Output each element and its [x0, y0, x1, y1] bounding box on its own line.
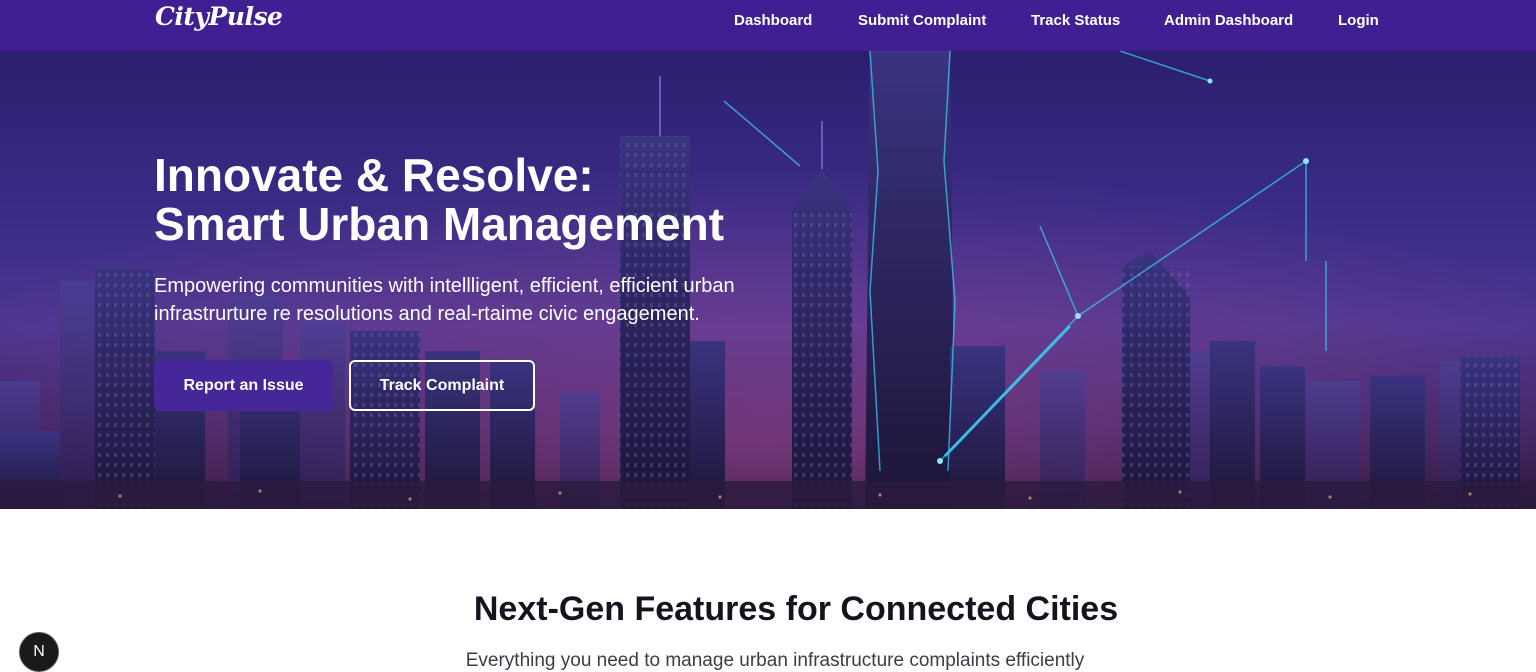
- nav-submit-complaint-link[interactable]: Submit Complaint: [858, 12, 986, 29]
- nav-dashboard-link[interactable]: Dashboard: [734, 12, 812, 29]
- nav-track-status-link[interactable]: Track Status: [1031, 12, 1120, 29]
- main-nav: Dashboard Submit Complaint Track Status …: [0, 12, 1536, 32]
- hero-title: Innovate & Resolve: Smart Urban Manageme…: [154, 151, 724, 249]
- nextjs-dev-badge[interactable]: N: [19, 632, 59, 672]
- hero-section: Innovate & Resolve: Smart Urban Manageme…: [0, 51, 1536, 509]
- hero-subtitle: Empowering communities with intellligent…: [154, 275, 735, 325]
- hero-title-line-2: Smart Urban Management: [154, 198, 725, 250]
- nav-login-link[interactable]: Login: [1338, 12, 1379, 29]
- top-navbar: CityPulse Dashboard Submit Complaint Tra…: [0, 0, 1536, 51]
- features-title: Next-Gen Features for Connected Cities: [473, 590, 1119, 628]
- track-complaint-button[interactable]: Track Complaint: [349, 360, 535, 411]
- report-issue-button[interactable]: Report an Issue: [154, 360, 333, 411]
- hero-title-line-1: Innovate & Resolve:: [154, 149, 594, 201]
- nav-admin-dashboard-link[interactable]: Admin Dashboard: [1164, 12, 1293, 29]
- features-subtitle: Everything you need to manage urban infr…: [465, 650, 1085, 671]
